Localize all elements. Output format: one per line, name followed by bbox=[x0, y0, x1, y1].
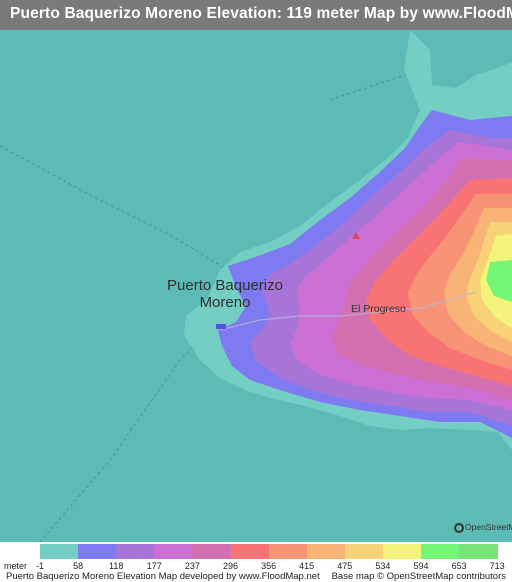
legend-tick-label: 594 bbox=[413, 561, 429, 571]
town-label[interactable]: Puerto Baquerizo Moreno bbox=[160, 277, 290, 311]
legend-tick-label: 475 bbox=[337, 561, 353, 571]
legend-swatch bbox=[344, 544, 384, 559]
footer-credit: Puerto Baquerizo Moreno Elevation Map de… bbox=[6, 571, 320, 582]
legend-tick-label: 713 bbox=[489, 561, 505, 571]
legend-swatch bbox=[40, 544, 79, 559]
town-label-line2: Moreno bbox=[199, 294, 251, 311]
page-title: Puerto Baquerizo Moreno Elevation: 119 m… bbox=[10, 5, 512, 22]
legend-tick-label: 356 bbox=[261, 561, 277, 571]
legend-swatch bbox=[382, 544, 422, 559]
osm-logo-text: OpenStreetMap bbox=[465, 522, 512, 532]
magnifier-icon bbox=[454, 522, 464, 533]
title-bar: Puerto Baquerizo Moreno Elevation: 119 m… bbox=[0, 0, 512, 30]
legend-tick-label: 118 bbox=[109, 561, 124, 571]
legend-swatch bbox=[306, 544, 346, 559]
legend-tick-label: 237 bbox=[184, 561, 200, 571]
elevation-legend: -1 58 118 177 237 296 356 415 475 534 594 653 713 me… bbox=[0, 542, 512, 582]
legend-swatch bbox=[78, 544, 118, 559]
legend-tick-label: 296 bbox=[222, 561, 239, 571]
elevation-map[interactable]: Puerto Baquerizo Moreno El Progreso Open… bbox=[0, 30, 512, 542]
legend-tick-label: -1 bbox=[35, 561, 45, 571]
osm-logo: OpenStreetMap bbox=[454, 522, 512, 533]
legend-swatch bbox=[268, 544, 308, 559]
legend-tick-label: 177 bbox=[146, 561, 162, 571]
place-label-el-progreso[interactable]: El Progreso bbox=[351, 303, 406, 315]
legend-swatch bbox=[154, 544, 194, 559]
legend-swatch bbox=[421, 544, 460, 559]
legend-tick-label: 534 bbox=[375, 561, 391, 571]
legend-tick-label: 415 bbox=[299, 561, 315, 571]
footer-basemap-credit: Base map © OpenStreetMap contributors bbox=[331, 571, 506, 582]
legend-swatch bbox=[230, 544, 270, 559]
legend-swatch bbox=[192, 544, 232, 559]
legend-swatch bbox=[116, 544, 156, 559]
town-marker bbox=[216, 324, 226, 329]
legend-swatch bbox=[459, 544, 499, 559]
legend-unit-label: meter bbox=[4, 561, 28, 571]
town-label-line1: Puerto Baquerizo bbox=[167, 277, 283, 294]
legend-tick-label: 58 bbox=[73, 561, 84, 571]
legend-tick-label: 653 bbox=[451, 561, 467, 571]
